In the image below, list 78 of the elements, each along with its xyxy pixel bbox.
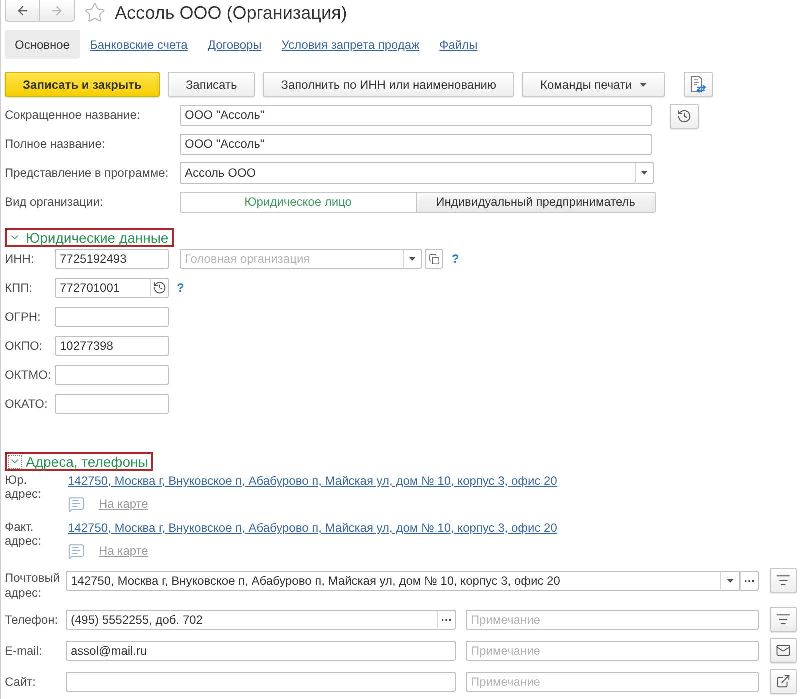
field-label: Полное название: <box>5 137 106 151</box>
more-button[interactable] <box>740 571 759 591</box>
note-field[interactable]: Примечание <box>466 641 759 661</box>
filter-icon <box>776 612 791 627</box>
input-field[interactable] <box>55 394 169 414</box>
open-link-button[interactable] <box>770 669 797 694</box>
text-field[interactable]: ООО "Ассоль" <box>180 104 652 126</box>
section-header[interactable]: Адреса, телефоны <box>5 452 154 471</box>
history-button[interactable] <box>150 278 169 298</box>
field-label: Почтовый адрес: <box>5 571 62 601</box>
input-field[interactable]: 7725192493 <box>55 249 169 269</box>
field-label: Представление в программе: <box>5 166 170 180</box>
address-field[interactable]: 142750, Москва г, Внуковское п, Абабурово п, Майская ул, дом № 10, корпус 3, офис 20 <box>66 571 720 591</box>
history-icon <box>152 281 166 295</box>
filter-list-button[interactable] <box>770 607 797 632</box>
help-link[interactable]: ? <box>452 252 460 266</box>
caret-icon <box>640 82 648 86</box>
input-field[interactable]: 10277398 <box>55 336 169 356</box>
filter-icon <box>776 573 791 588</box>
field-label: Вид организации: <box>5 195 104 209</box>
window-title: Ассоль ООО (Организация) <box>115 2 348 24</box>
phone-field[interactable]: (495) 5552255, доб. 702 <box>66 610 437 630</box>
mail-icon <box>776 643 791 658</box>
tab[interactable]: Файлы <box>430 30 488 59</box>
field-label: ИНН: <box>5 252 36 266</box>
text-field[interactable]: ООО "Ассоль" <box>180 134 652 154</box>
star-icon[interactable] <box>84 2 106 24</box>
back-button[interactable] <box>5 0 40 22</box>
menu-button[interactable]: Команды печати <box>522 72 666 97</box>
dropdown-button[interactable] <box>635 162 654 184</box>
dropdown-button[interactable] <box>720 571 740 591</box>
tab[interactable]: Договоры <box>198 30 272 59</box>
caret-icon <box>409 257 416 261</box>
more-button[interactable] <box>437 610 456 630</box>
field-label: ОГРН: <box>5 310 42 324</box>
field-label: Сайт: <box>5 674 38 690</box>
toolbar-button[interactable]: Заполнить по ИНН или наименованию <box>263 72 514 97</box>
history-icon <box>677 109 692 124</box>
tab[interactable]: Условия запрета продаж <box>272 30 430 59</box>
history-button[interactable] <box>670 104 699 129</box>
copy-button[interactable] <box>425 249 443 269</box>
input-field[interactable] <box>55 307 169 327</box>
toolbar-button[interactable]: Записать <box>168 72 256 97</box>
note-field[interactable]: Примечание <box>466 672 759 692</box>
field-label: Факт. адрес: <box>5 520 42 550</box>
option-button[interactable]: Индивидуальный предприниматель <box>416 192 655 212</box>
dropdown-button[interactable] <box>403 249 422 269</box>
input-field[interactable] <box>55 365 169 385</box>
mail-button[interactable] <box>770 638 797 663</box>
primary-button[interactable]: Записать и закрыть <box>5 72 160 97</box>
section-header[interactable]: Юридические данные <box>5 228 174 247</box>
copy-icon <box>428 254 440 264</box>
caret-icon <box>726 579 734 583</box>
help-link[interactable]: ? <box>177 281 184 295</box>
document-arrows-icon <box>690 76 707 93</box>
note-field[interactable]: Примечание <box>466 610 759 630</box>
email-field[interactable]: assol@mail.ru <box>66 641 456 661</box>
dropdown-field[interactable]: Ассоль ООО <box>180 162 635 184</box>
website-field[interactable] <box>66 672 456 692</box>
caret-icon <box>641 171 648 175</box>
tab[interactable]: Банковские счета <box>80 30 198 59</box>
field-label: Сокращенное название: <box>5 108 142 122</box>
dropdown-field[interactable]: Головная организация <box>180 249 403 269</box>
address-link[interactable]: 142750, Москва г, Внуковское п, Абабурово п, Майская ул, дом № 10, корпус 3, офис 20 <box>68 520 558 536</box>
icon-button[interactable] <box>684 72 714 97</box>
field-label: Телефон: <box>5 612 60 628</box>
forward-arrow-icon <box>50 4 64 18</box>
field-label: ОКАТО: <box>5 397 49 411</box>
address-link[interactable]: 142750, Москва г, Внуковское п, Абабурово п, Майская ул, дом № 10, корпус 3, офис 20 <box>68 473 558 489</box>
tab[interactable]: Основное <box>5 30 80 59</box>
field-label: E-mail: <box>5 642 44 660</box>
field-label: КПП: <box>5 281 34 295</box>
external-link-icon <box>776 674 791 689</box>
field-label: ОКПО: <box>5 339 44 353</box>
filter-list-button[interactable] <box>770 568 797 593</box>
input-field[interactable]: 772701001 <box>55 278 150 298</box>
field-label: ОКТМО: <box>5 368 52 382</box>
field-label: Юр. адрес: <box>5 473 42 503</box>
